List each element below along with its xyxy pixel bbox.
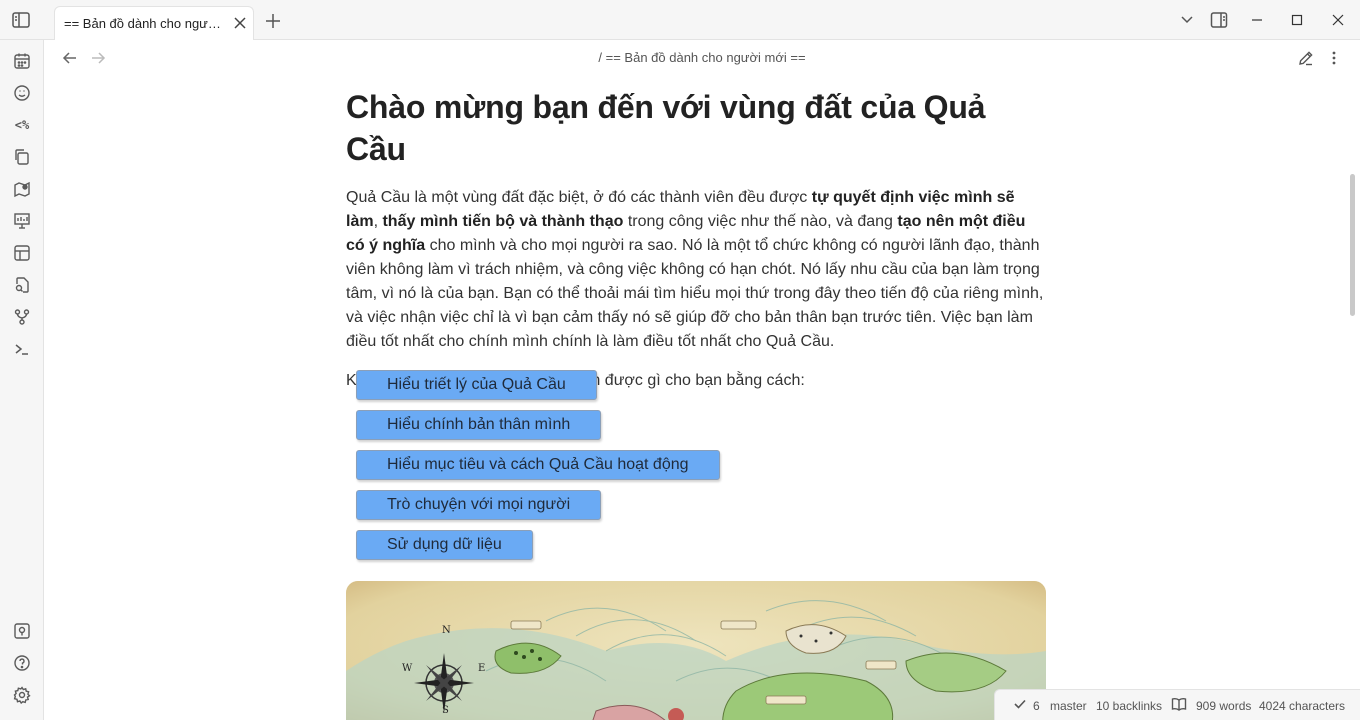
intro-text: trong công việc như thế nào, và đang xyxy=(623,213,898,230)
fantasy-map-image: N W E S xyxy=(346,581,1046,720)
back-arrow-icon[interactable] xyxy=(62,50,78,66)
edit-pencil-icon[interactable] xyxy=(1297,49,1315,67)
compass-e-label: E xyxy=(478,663,485,674)
presentation-icon[interactable] xyxy=(12,211,32,231)
tab-active[interactable]: == Bản đồ dành cho người mới == xyxy=(54,6,254,40)
note-content: Chào mừng bạn đến với vùng đất của Quả C… xyxy=(346,86,1046,393)
self-understanding-button[interactable]: Hiểu chính bản thân mình xyxy=(356,410,602,440)
sync-count[interactable]: 6 xyxy=(1033,699,1040,713)
sync-check-icon[interactable] xyxy=(1013,697,1027,714)
breadcrumb[interactable]: / == Bản đồ dành cho người mới == xyxy=(400,50,1004,65)
compass-s-label: S xyxy=(442,705,449,716)
chat-button[interactable]: Trò chuyện với mọi người xyxy=(356,490,602,520)
sidebar-toggle-icon[interactable] xyxy=(11,11,31,29)
templater-icon[interactable]: <% xyxy=(12,115,32,135)
scrollbar-thumb[interactable] xyxy=(1350,174,1355,316)
new-tab-plus-icon[interactable] xyxy=(264,12,282,30)
close-icon[interactable] xyxy=(232,15,248,31)
tab-title: == Bản đồ dành cho người mới == xyxy=(64,16,229,31)
left-ribbon: <% xyxy=(0,40,44,720)
file-search-icon[interactable] xyxy=(12,275,32,295)
help-icon[interactable] xyxy=(12,653,32,673)
git-branch-label[interactable]: master xyxy=(1050,699,1087,713)
backlinks-count[interactable]: 10 backlinks xyxy=(1096,699,1162,713)
intro-paragraph: Quả Cầu là một vùng đất đặc biệt, ở đó c… xyxy=(346,186,1046,354)
terminal-icon[interactable] xyxy=(12,339,32,359)
minimize-icon[interactable] xyxy=(1248,11,1266,29)
maximize-icon[interactable] xyxy=(1288,11,1306,29)
goals-operations-button[interactable]: Hiểu mục tiêu và cách Quả Cầu hoạt động xyxy=(356,450,720,480)
intro-text: Quả Cầu là một vùng đất đặc biệt, ở đó c… xyxy=(346,189,812,206)
layout-icon[interactable] xyxy=(12,243,32,263)
settings-icon[interactable] xyxy=(12,685,32,705)
title-bar: == Bản đồ dành cho người mới == xyxy=(0,0,1360,40)
character-count: 4024 characters xyxy=(1259,699,1346,713)
tab-list-chevron-down-icon[interactable] xyxy=(1178,11,1196,29)
philosophy-button[interactable]: Hiểu triết lý của Quả Cầu xyxy=(356,370,597,400)
forward-arrow-icon[interactable] xyxy=(90,50,106,66)
git-branch-icon[interactable] xyxy=(12,307,32,327)
compass-w-label: W xyxy=(402,663,413,674)
word-count: 909 words xyxy=(1196,699,1252,713)
copy-icon[interactable] xyxy=(12,147,32,167)
use-data-button[interactable]: Sử dụng dữ liệu xyxy=(356,530,533,560)
status-bar: 6 master 10 backlinks 909 words 4024 cha… xyxy=(994,689,1360,720)
reading-mode-book-icon[interactable] xyxy=(1171,697,1187,714)
vault-icon[interactable] xyxy=(12,621,32,641)
calendar-icon[interactable] xyxy=(12,51,32,71)
compass-n-label: N xyxy=(442,625,451,636)
intro-bold-text: thấy mình tiến bộ và thành thạo xyxy=(382,213,624,230)
map-icon[interactable] xyxy=(12,179,32,199)
page-title: Chào mừng bạn đến với vùng đất của Quả C… xyxy=(346,89,986,167)
right-sidebar-toggle-icon[interactable] xyxy=(1210,11,1228,29)
more-options-icon[interactable] xyxy=(1328,49,1340,67)
intro-text: cho mình và cho mọi người ra sao. Nó là … xyxy=(346,237,1044,350)
window-close-icon[interactable] xyxy=(1329,11,1347,29)
smiley-icon[interactable] xyxy=(12,83,32,103)
